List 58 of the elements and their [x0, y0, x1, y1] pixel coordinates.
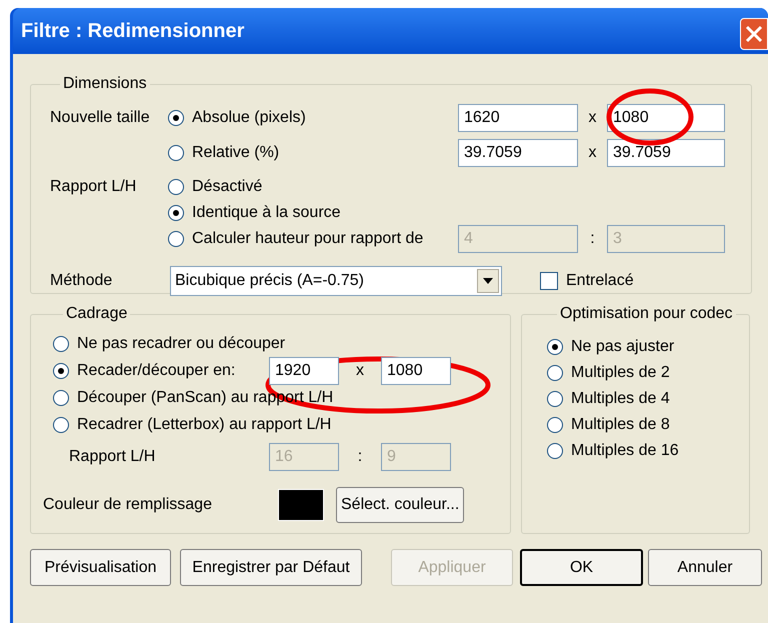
input-field[interactable]: 1080: [607, 104, 725, 132]
radio-button[interactable]: [168, 110, 184, 126]
radio-button[interactable]: [547, 417, 563, 433]
radio-label: Calculer hauteur pour rapport de: [192, 229, 424, 249]
radio-button[interactable]: [547, 443, 563, 459]
radio-label: Identique à la source: [192, 203, 341, 223]
radio-label: Multiples de 4: [571, 389, 670, 409]
checkbox-label: Entrelacé: [566, 271, 634, 291]
radio-button[interactable]: [168, 179, 184, 195]
field-label: Rapport L/H: [69, 448, 156, 464]
radio-label: Multiples de 16: [571, 441, 679, 461]
input-field[interactable]: 39.7059: [458, 138, 578, 166]
dialog-button[interactable]: Enregistrer par Défaut: [180, 549, 362, 586]
close-button[interactable]: [740, 18, 768, 50]
radio-button[interactable]: [547, 339, 563, 355]
checkbox[interactable]: [540, 272, 558, 290]
input-field[interactable]: 1920: [269, 356, 339, 384]
radio-label: Recader/découper en:: [77, 360, 236, 380]
radio-label: Ne pas recadrer ou découper: [77, 334, 286, 354]
group-title: Dimensions: [62, 74, 148, 94]
radio-label: Ne pas ajuster: [571, 337, 674, 357]
group-title: Cadrage: [65, 304, 128, 324]
close-icon: [745, 25, 763, 43]
window-title: Filtre : Redimensionner: [21, 19, 244, 44]
input-field[interactable]: 39.7059: [607, 138, 725, 166]
radio-button[interactable]: [547, 391, 563, 407]
dialog-button[interactable]: Annuler: [648, 549, 762, 586]
input-field[interactable]: 1620: [458, 104, 578, 132]
method-dropdown[interactable]: Bicubique précis (A=-0.75): [170, 266, 502, 296]
radio-label: Multiples de 8: [571, 415, 670, 435]
separator-text: :: [590, 229, 595, 249]
field-label: Méthode: [50, 272, 112, 289]
field-label: Nouvelle taille: [50, 108, 150, 126]
dialog-button[interactable]: Prévisualisation: [30, 549, 171, 586]
field-label: Rapport L/H: [50, 178, 136, 195]
radio-button[interactable]: [53, 336, 69, 352]
field-label: Couleur de remplissage: [43, 496, 212, 513]
dialog-button[interactable]: OK: [520, 549, 643, 586]
radio-button[interactable]: [168, 231, 184, 247]
radio-button[interactable]: [547, 365, 563, 381]
radio-button[interactable]: [168, 144, 184, 160]
separator-text: :: [358, 446, 362, 466]
radio-label: Multiples de 2: [571, 363, 670, 383]
radio-label: Désactivé: [192, 177, 262, 197]
separator-text: x: [588, 142, 596, 162]
radio-label: Recadrer (Letterbox) au rapport L/H: [77, 414, 332, 434]
radio-button[interactable]: [53, 416, 69, 432]
input-field[interactable]: 1080: [381, 356, 451, 384]
radio-button[interactable]: [53, 362, 69, 378]
select-color-button[interactable]: Sélect. couleur...: [336, 487, 464, 523]
radio-label: Relative (%): [192, 142, 280, 162]
separator-text: x: [356, 360, 364, 380]
group-title: Optimisation pour codec: [559, 304, 734, 324]
dropdown-arrow-icon: [483, 278, 493, 284]
radio-label: Absolue (pixels): [192, 108, 306, 128]
radio-button[interactable]: [168, 205, 184, 221]
separator-text: x: [588, 108, 596, 128]
radio-button[interactable]: [53, 390, 69, 406]
